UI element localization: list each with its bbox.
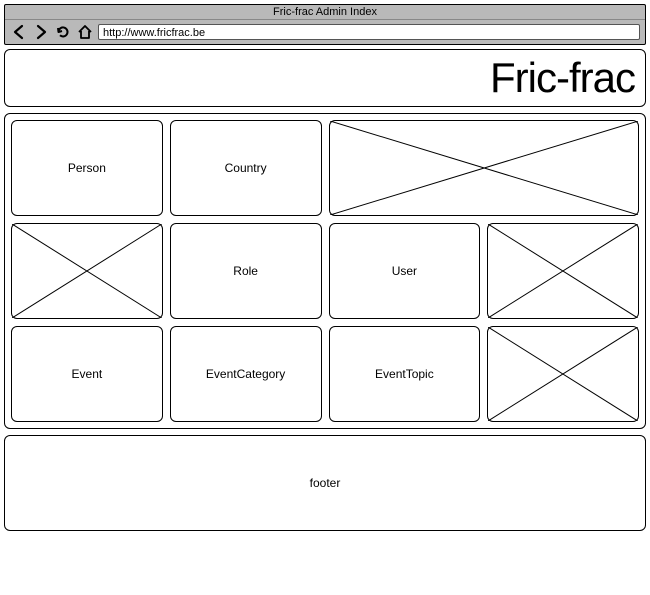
tile-user[interactable]: User: [329, 223, 481, 319]
back-button[interactable]: [10, 23, 28, 41]
tile-placeholder[interactable]: [487, 326, 639, 422]
tile-person[interactable]: Person: [11, 120, 163, 216]
tile-label: EventTopic: [375, 367, 434, 381]
tile-label: Person: [68, 161, 106, 175]
page-title: Fric-frac: [15, 54, 635, 102]
tile-placeholder[interactable]: [487, 223, 639, 319]
browser-toolbar: http://www.fricfrac.be: [5, 20, 645, 44]
tile-event[interactable]: Event: [11, 326, 163, 422]
tile-label: Role: [233, 264, 258, 278]
header-panel: Fric-frac: [4, 49, 646, 107]
placeholder-icon: [488, 224, 638, 318]
page-content: Fric-frac Person Country: [4, 49, 646, 531]
placeholder-icon: [12, 224, 162, 318]
footer-panel: footer: [4, 435, 646, 531]
tile-label: Country: [225, 161, 267, 175]
tile-placeholder[interactable]: [329, 120, 640, 216]
window-title: Fric-frac Admin Index: [5, 5, 645, 20]
home-button[interactable]: [76, 23, 94, 41]
tile-country[interactable]: Country: [170, 120, 322, 216]
tile-eventcategory[interactable]: EventCategory: [170, 326, 322, 422]
tile-placeholder[interactable]: [11, 223, 163, 319]
tiles-panel: Person Country Role User: [4, 113, 646, 429]
tile-label: Event: [72, 367, 103, 381]
footer-label: footer: [310, 476, 341, 490]
placeholder-icon: [488, 327, 638, 421]
tile-role[interactable]: Role: [170, 223, 322, 319]
browser-window: Fric-frac Admin Index http://www.fricfra…: [4, 4, 646, 45]
tile-eventtopic[interactable]: EventTopic: [329, 326, 481, 422]
tiles-grid: Person Country Role User: [11, 120, 639, 422]
tile-label: EventCategory: [206, 367, 285, 381]
forward-button[interactable]: [32, 23, 50, 41]
url-bar[interactable]: http://www.fricfrac.be: [98, 24, 640, 40]
tile-label: User: [392, 264, 417, 278]
placeholder-icon: [330, 121, 639, 215]
reload-button[interactable]: [54, 23, 72, 41]
